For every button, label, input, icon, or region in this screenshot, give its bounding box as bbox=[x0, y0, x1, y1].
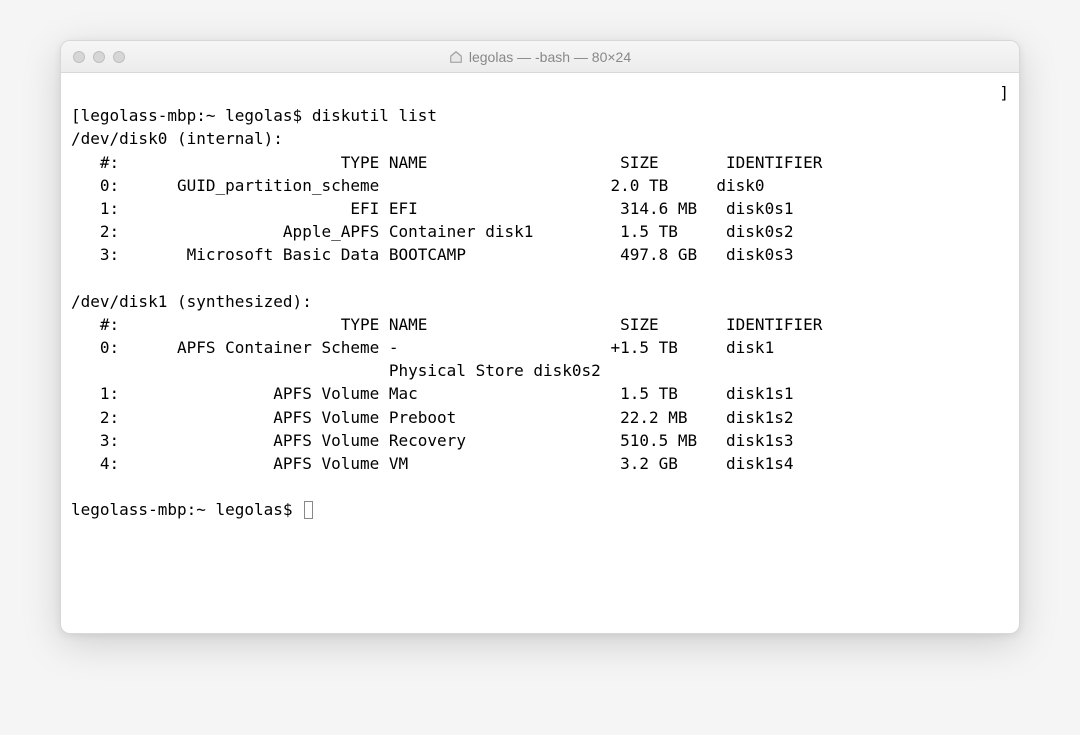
disk1-row: 0: APFS Container Scheme - +1.5 TB disk1 bbox=[71, 338, 774, 357]
disk1-row: 1: APFS Volume Mac 1.5 TB disk1s1 bbox=[71, 384, 793, 403]
columns-header: #: TYPE NAME SIZE IDENTIFIER bbox=[71, 315, 822, 334]
right-bracket: ] bbox=[999, 81, 1009, 104]
disk0-row: 1: EFI EFI 314.6 MB disk0s1 bbox=[71, 199, 793, 218]
title-bar: legolas — -bash — 80×24 bbox=[61, 41, 1019, 73]
prompt-line-1: [legolass-mbp:~ legolas$ diskutil list bbox=[71, 106, 437, 125]
zoom-button[interactable] bbox=[113, 51, 125, 63]
window-title: legolas — -bash — 80×24 bbox=[449, 49, 631, 65]
terminal-window: legolas — -bash — 80×24 ] [legolass-mbp:~… bbox=[60, 40, 1020, 634]
disk1-header: /dev/disk1 (synthesized): bbox=[71, 292, 312, 311]
disk1-row: 2: APFS Volume Preboot 22.2 MB disk1s2 bbox=[71, 408, 793, 427]
terminal-body[interactable]: ][legolass-mbp:~ legolas$ diskutil list … bbox=[61, 73, 1019, 633]
disk1-row: 4: APFS Volume VM 3.2 GB disk1s4 bbox=[71, 454, 793, 473]
prompt-line-2: legolass-mbp:~ legolas$ bbox=[71, 500, 302, 519]
cursor bbox=[304, 501, 313, 519]
disk1-row: 3: APFS Volume Recovery 510.5 MB disk1s3 bbox=[71, 431, 793, 450]
disk0-row: 3: Microsoft Basic Data BOOTCAMP 497.8 G… bbox=[71, 245, 793, 264]
traffic-lights bbox=[73, 51, 125, 63]
minimize-button[interactable] bbox=[93, 51, 105, 63]
disk0-row: 2: Apple_APFS Container disk1 1.5 TB dis… bbox=[71, 222, 793, 241]
columns-header: #: TYPE NAME SIZE IDENTIFIER bbox=[71, 153, 822, 172]
disk0-row: 0: GUID_partition_scheme 2.0 TB disk0 bbox=[71, 176, 765, 195]
disk0-header: /dev/disk0 (internal): bbox=[71, 129, 283, 148]
home-icon bbox=[449, 50, 463, 64]
window-title-text: legolas — -bash — 80×24 bbox=[469, 49, 631, 65]
disk1-row: Physical Store disk0s2 bbox=[71, 361, 601, 380]
close-button[interactable] bbox=[73, 51, 85, 63]
